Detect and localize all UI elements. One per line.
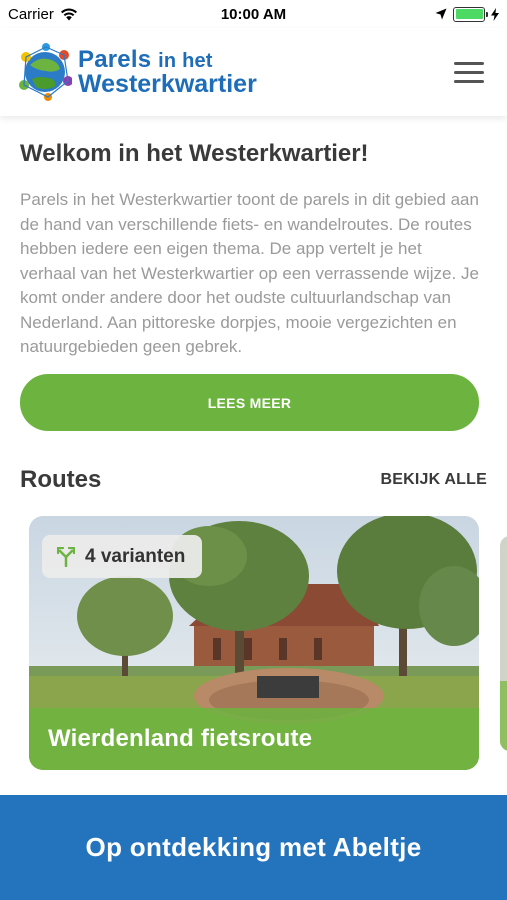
view-all-link[interactable]: BEKIJK ALLE	[380, 471, 487, 489]
discover-label: Op ontdekking met Abeltje	[85, 832, 422, 862]
logo-text: Parels in het Westerkwartier	[78, 45, 257, 98]
read-more-button[interactable]: LEES MEER	[20, 374, 479, 431]
route-title-bar: Wierdenland fietsroute	[29, 708, 479, 770]
route-title: Wierdenland fietsroute	[48, 725, 313, 752]
route-card[interactable]: 4 varianten Wierdenland fietsroute	[29, 516, 479, 770]
logo-word-westerkwartier: Westerkwartier	[78, 69, 257, 98]
logo-word-parels: Parels	[78, 45, 152, 73]
discover-banner[interactable]: Op ontdekking met Abeltje	[0, 795, 507, 900]
route-split-icon	[57, 546, 75, 567]
variant-badge: 4 varianten	[42, 535, 203, 578]
logo-word-in-het: in het	[158, 49, 213, 72]
intro-section: Welkom in het Westerkwartier! Parels in …	[20, 140, 480, 360]
wifi-icon	[60, 8, 77, 20]
status-right	[435, 6, 499, 22]
app-header: Parels in het Westerkwartier	[0, 28, 507, 116]
logo-globe-icon	[19, 43, 72, 101]
hamburger-menu-icon[interactable]	[449, 52, 489, 92]
routes-title: Routes	[20, 466, 102, 493]
carrier-label: Carrier	[8, 5, 54, 23]
variant-count: 4 varianten	[85, 545, 186, 567]
status-left: Carrier	[8, 6, 78, 23]
routes-header: Routes BEKIJK ALLE	[20, 466, 487, 494]
page-title: Welkom in het Westerkwartier!	[20, 140, 369, 167]
intro-text: Parels in het Westerkwartier toont de pa…	[20, 190, 479, 356]
charging-bolt-icon	[491, 7, 499, 21]
location-arrow-icon	[435, 8, 447, 20]
app-logo[interactable]: Parels in het Westerkwartier	[18, 43, 257, 101]
battery-icon	[453, 6, 488, 22]
next-route-card[interactable]	[500, 536, 507, 751]
status-bar: Carrier 10:00 AM	[0, 0, 507, 28]
